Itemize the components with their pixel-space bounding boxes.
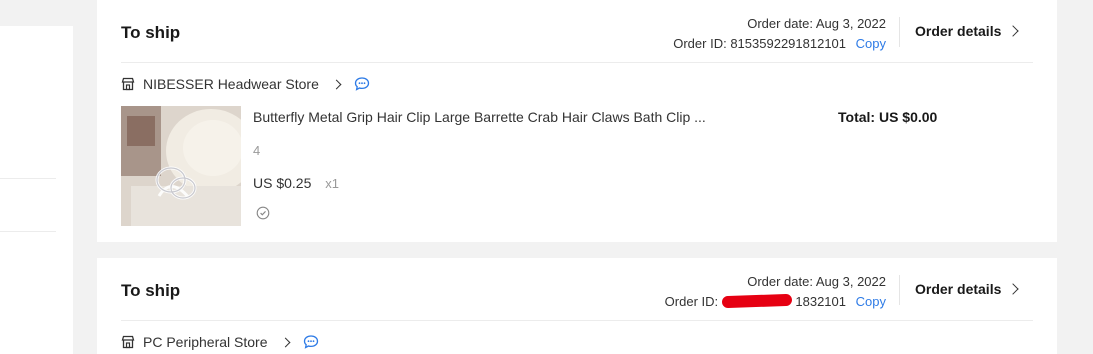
store-icon (121, 335, 135, 349)
order-card: To ship Order date: Aug 3, 2022 Order ID… (97, 258, 1057, 354)
order-id-row: Order ID: 1832101 Copy (665, 292, 886, 312)
store-name-link[interactable]: NIBESSER Headwear Store (143, 76, 319, 92)
redaction-mark (721, 293, 792, 309)
chat-icon[interactable] (354, 76, 370, 92)
store-icon (121, 77, 135, 91)
product-thumbnail[interactable] (121, 106, 241, 226)
sidebar-divider (0, 178, 56, 179)
product-title-link[interactable]: Butterfly Metal Grip Hair Clip Large Bar… (253, 109, 733, 125)
order-meta: Order date: Aug 3, 2022 Order ID: 183210… (665, 272, 886, 312)
header-divider (899, 275, 900, 305)
order-id-label: Order ID: (664, 294, 719, 309)
shield-icon[interactable] (256, 206, 270, 220)
order-details-button[interactable]: Order details (915, 23, 1020, 39)
copy-order-id-button[interactable]: Copy (856, 36, 886, 51)
product-variant: 4 (253, 143, 261, 158)
left-sidebar (0, 26, 73, 354)
order-details-button[interactable]: Order details (915, 281, 1020, 297)
order-details-label: Order details (915, 281, 1002, 297)
order-total: Total: US $0.00 (838, 109, 938, 125)
product-price: US $0.25 (253, 175, 312, 191)
store-row: NIBESSER Headwear Store (121, 76, 370, 92)
order-details-label: Order details (915, 23, 1002, 39)
chevron-right-icon (1007, 25, 1020, 37)
order-id-value: 8153592291812101 (730, 36, 847, 51)
order-meta: Order date: Aug 3, 2022 Order ID: 815359… (673, 14, 886, 54)
order-status: To ship (121, 23, 181, 42)
card-divider (121, 62, 1033, 63)
hair-clip-photo-icon (121, 106, 241, 226)
store-row: PC Peripheral Store (121, 334, 319, 350)
copy-order-id-button[interactable]: Copy (856, 294, 886, 309)
product-quantity: x1 (325, 176, 339, 191)
order-date: Order date: Aug 3, 2022 (747, 274, 886, 289)
sidebar-divider (0, 231, 56, 232)
store-name-link[interactable]: PC Peripheral Store (143, 334, 268, 350)
product-price-row: US $0.25 x1 (253, 175, 339, 191)
order-date: Order date: Aug 3, 2022 (747, 16, 886, 31)
card-divider (121, 320, 1033, 321)
order-status: To ship (121, 281, 181, 300)
header-divider (899, 17, 900, 47)
order-id-row: Order ID: 8153592291812101 Copy (673, 34, 886, 54)
order-id-label: Order ID: (673, 36, 727, 51)
order-id-value: 1832101 (795, 294, 847, 309)
order-card: To ship Order date: Aug 3, 2022 Order ID… (97, 0, 1057, 242)
chevron-right-icon[interactable] (331, 79, 342, 89)
chevron-right-icon (1007, 283, 1020, 295)
chat-icon[interactable] (303, 334, 319, 350)
chevron-right-icon[interactable] (280, 337, 290, 347)
